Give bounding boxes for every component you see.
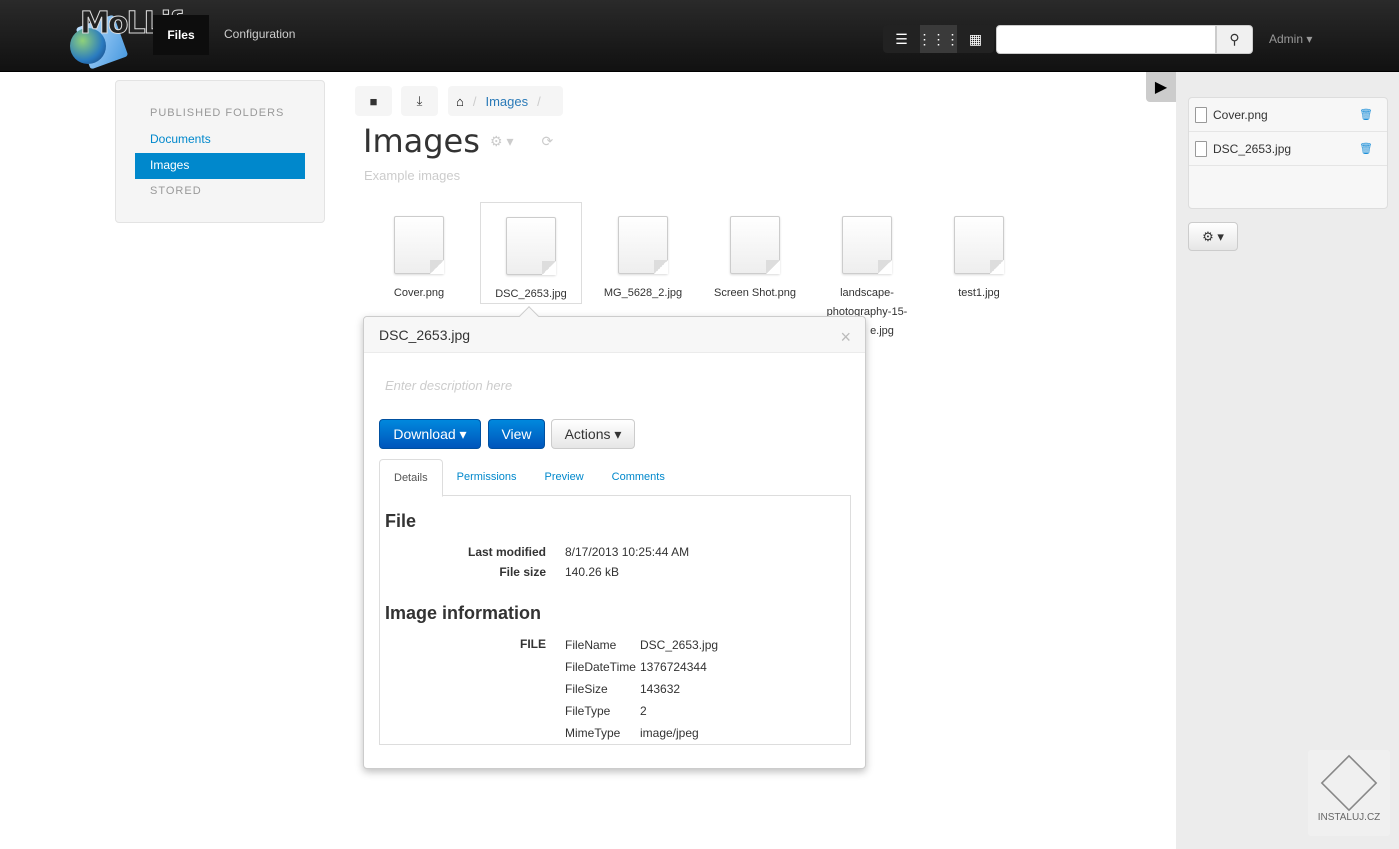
folder-button[interactable]: ■ [355,86,392,116]
watermark-logo-icon [1320,754,1378,812]
exif-value: image/jpeg [640,726,699,740]
description-field[interactable]: Enter description here [385,378,512,393]
exif-key: FileName [565,638,617,652]
file-name: Screen Shot.png [714,287,796,299]
file-icon [618,216,668,274]
file-details-popup: DSC_2653.jpg × Enter description here Dow… [363,306,866,769]
tab-permissions[interactable]: Permissions [443,459,531,495]
admin-menu[interactable]: Admin ▾ [1269,32,1312,46]
list-item[interactable]: Cover.png 🗑 [1189,98,1387,132]
nav-configuration[interactable]: Configuration [224,27,295,41]
selection-list: Cover.png 🗑 DSC_2653.jpg 🗑 [1188,97,1388,209]
folder-sidebar: PUBLISHED FOLDERS Documents Images STORE… [115,80,325,223]
close-icon[interactable]: × [840,327,851,348]
item-name: Cover.png [1213,107,1268,122]
file-icon [954,216,1004,274]
file-item[interactable]: MG_5628_2.jpg [592,202,694,303]
folder-description: Example images [364,168,461,183]
tab-comments[interactable]: Comments [598,459,679,495]
admin-label: Admin [1269,32,1304,46]
file-name: test1.jpg [958,287,1000,299]
tab-preview[interactable]: Preview [531,459,598,495]
selection-actions-button[interactable]: ⚙ ▾ [1188,222,1238,251]
actions-button[interactable]: Actions ▾ [551,419,635,449]
exif-key: MimeType [565,726,621,740]
last-modified-label: Last modified [467,545,546,559]
small-grid-view-icon[interactable]: ⋮⋮⋮ [918,25,960,53]
nav-files[interactable]: Files [153,15,209,55]
search-input[interactable] [996,25,1216,54]
exif-value: DSC_2653.jpg [640,638,719,652]
details-panel: File Last modified 8/17/2013 10:25:44 AM… [379,496,851,745]
last-modified-value: 8/17/2013 10:25:44 AM [565,545,690,559]
file-name: DSC_2653.jpg [495,288,567,300]
folder-icon: ■ [369,93,378,109]
file-icon [730,216,780,274]
play-arrow-icon: ▶ [1154,79,1168,96]
upload-button[interactable]: ⤓ [401,86,438,116]
search-icon: ⚲ [1229,31,1240,47]
tab-details[interactable]: Details [379,459,443,497]
download-tray-icon: ⤓ [416,93,423,108]
item-name: DSC_2653.jpg [1213,141,1292,156]
view-button[interactable]: View [488,419,545,449]
exif-key: FileDateTime [565,660,636,674]
gear-dropdown-icon[interactable]: ⚙ ▾ [490,133,513,150]
home-icon[interactable]: ⌂ [456,94,464,109]
trash-icon[interactable]: 🗑 [1359,142,1373,155]
trash-icon[interactable]: 🗑 [1359,108,1373,121]
large-grid-view-icon[interactable]: ▦ [957,25,994,53]
sidebar-item-documents[interactable]: Documents [135,127,305,153]
file-item[interactable]: Screen Shot.png [704,202,806,303]
breadcrumb-images[interactable]: Images [485,94,528,109]
file-item[interactable]: DSC_2653.jpg [480,202,582,304]
file-group-label: FILE [520,637,546,651]
file-icon [1195,106,1207,123]
file-size-value: 140.26 kB [565,565,620,579]
search-button[interactable]: ⚲ [1216,25,1253,54]
download-button[interactable]: Download ▾ [379,419,481,449]
exif-key: FileType [565,704,611,718]
file-item[interactable]: test1.jpg [928,202,1030,303]
file-name: Cover.png [393,287,445,299]
collapse-panel-toggle[interactable]: ▶ [1146,72,1176,102]
exif-value: 143632 [640,682,681,696]
exif-value: 1376724344 [640,660,707,674]
popup-title: DSC_2653.jpg [379,327,471,343]
refresh-icon[interactable]: ⟳ [541,133,553,150]
section-heading-stored: STORED [150,185,202,197]
exif-value: 2 [640,704,647,718]
page-title: Images [363,122,480,160]
file-icon [1195,140,1207,157]
top-navbar: MoLLify Files Configuration ☰ ⋮⋮⋮ ▦ ⚲ Ad… [0,0,1399,72]
file-item[interactable]: Cover.png [368,202,470,303]
watermark-text: INSTALUJ.CZ [1317,812,1381,823]
file-icon [842,216,892,274]
selection-panel: Cover.png 🗑 DSC_2653.jpg 🗑 ⚙ ▾ [1176,72,1399,849]
watermark: INSTALUJ.CZ [1308,750,1390,836]
image-info-heading: Image information [385,603,542,623]
file-icon [394,216,444,274]
details-tabs: Details Permissions Preview Comments [379,459,851,497]
file-heading: File [385,511,417,531]
list-item[interactable]: DSC_2653.jpg 🗑 [1189,132,1387,166]
gear-icon: ⚙ ▾ [1202,228,1224,244]
list-view-icon[interactable]: ☰ [883,25,920,53]
section-heading-published: PUBLISHED FOLDERS [150,107,285,119]
caret-down-icon: ▾ [1306,32,1313,46]
sidebar-item-images[interactable]: Images [135,153,305,179]
breadcrumb: ⌂ / Images / [448,86,563,116]
mollify-logo[interactable]: MoLLify [68,6,200,70]
view-mode-group: ☰ ⋮⋮⋮ ▦ [883,25,994,53]
file-name: MG_5628_2.jpg [603,287,683,299]
file-size-label: File size [499,565,546,579]
file-icon [506,217,556,275]
exif-key: FileSize [565,682,608,696]
